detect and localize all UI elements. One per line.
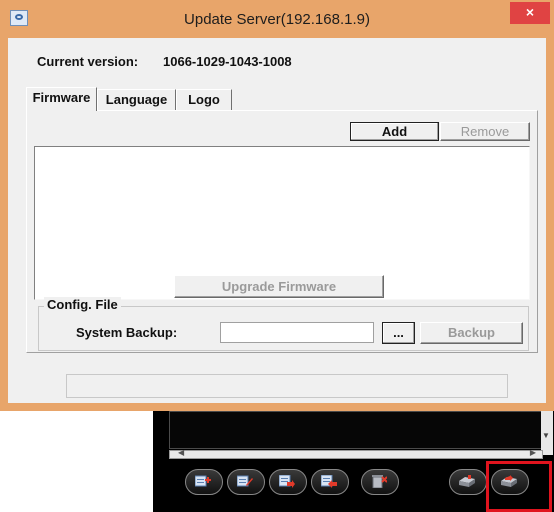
scroll-down-icon[interactable]: ▼ bbox=[542, 431, 550, 440]
horizontal-scrollbar[interactable]: ◀ ▶ bbox=[169, 448, 543, 459]
remove-button[interactable]: Remove bbox=[440, 122, 530, 141]
import-button[interactable] bbox=[269, 469, 307, 495]
delete-icon bbox=[372, 475, 387, 488]
import-icon bbox=[279, 475, 295, 488]
dialog-body: Current version: 1066-1029-1043-1008 Fir… bbox=[8, 38, 546, 403]
export-icon bbox=[321, 475, 337, 488]
tab-language[interactable]: Language bbox=[97, 89, 176, 110]
browse-button[interactable]: ... bbox=[382, 322, 415, 344]
status-bar bbox=[66, 374, 508, 398]
device-list[interactable] bbox=[169, 411, 543, 449]
add-device-button[interactable] bbox=[185, 469, 223, 495]
system-backup-label: System Backup: bbox=[76, 325, 178, 340]
backup-button[interactable]: Backup bbox=[420, 322, 523, 344]
network-device-button[interactable] bbox=[449, 469, 487, 495]
tab-firmware[interactable]: Firmware bbox=[26, 87, 97, 111]
title-bar[interactable]: Update Server(192.168.1.9) × bbox=[0, 0, 554, 38]
close-button[interactable]: × bbox=[510, 2, 550, 24]
window-title: Update Server(192.168.1.9) bbox=[184, 11, 370, 28]
add-button[interactable]: Add bbox=[350, 122, 439, 141]
scroll-left-icon[interactable]: ◀ bbox=[178, 448, 184, 457]
highlight-box bbox=[486, 461, 552, 512]
tab-logo[interactable]: Logo bbox=[176, 89, 232, 110]
backup-path-input[interactable] bbox=[220, 322, 374, 343]
delete-button[interactable] bbox=[361, 469, 399, 495]
config-file-legend: Config. File bbox=[44, 297, 121, 312]
edit-device-button[interactable] bbox=[227, 469, 265, 495]
vertical-scrollbar[interactable]: ▼ bbox=[541, 411, 553, 455]
current-version-value: 1066-1029-1043-1008 bbox=[163, 54, 292, 69]
scroll-right-icon[interactable]: ▶ bbox=[530, 448, 536, 457]
upgrade-firmware-button[interactable]: Upgrade Firmware bbox=[174, 275, 384, 298]
current-version-label: Current version: bbox=[37, 54, 139, 69]
add-device-icon bbox=[195, 475, 211, 487]
network-device-icon bbox=[459, 475, 475, 487]
export-button[interactable] bbox=[311, 469, 349, 495]
update-server-dialog: Update Server(192.168.1.9) × Current ver… bbox=[0, 0, 554, 411]
edit-device-icon bbox=[237, 475, 253, 487]
